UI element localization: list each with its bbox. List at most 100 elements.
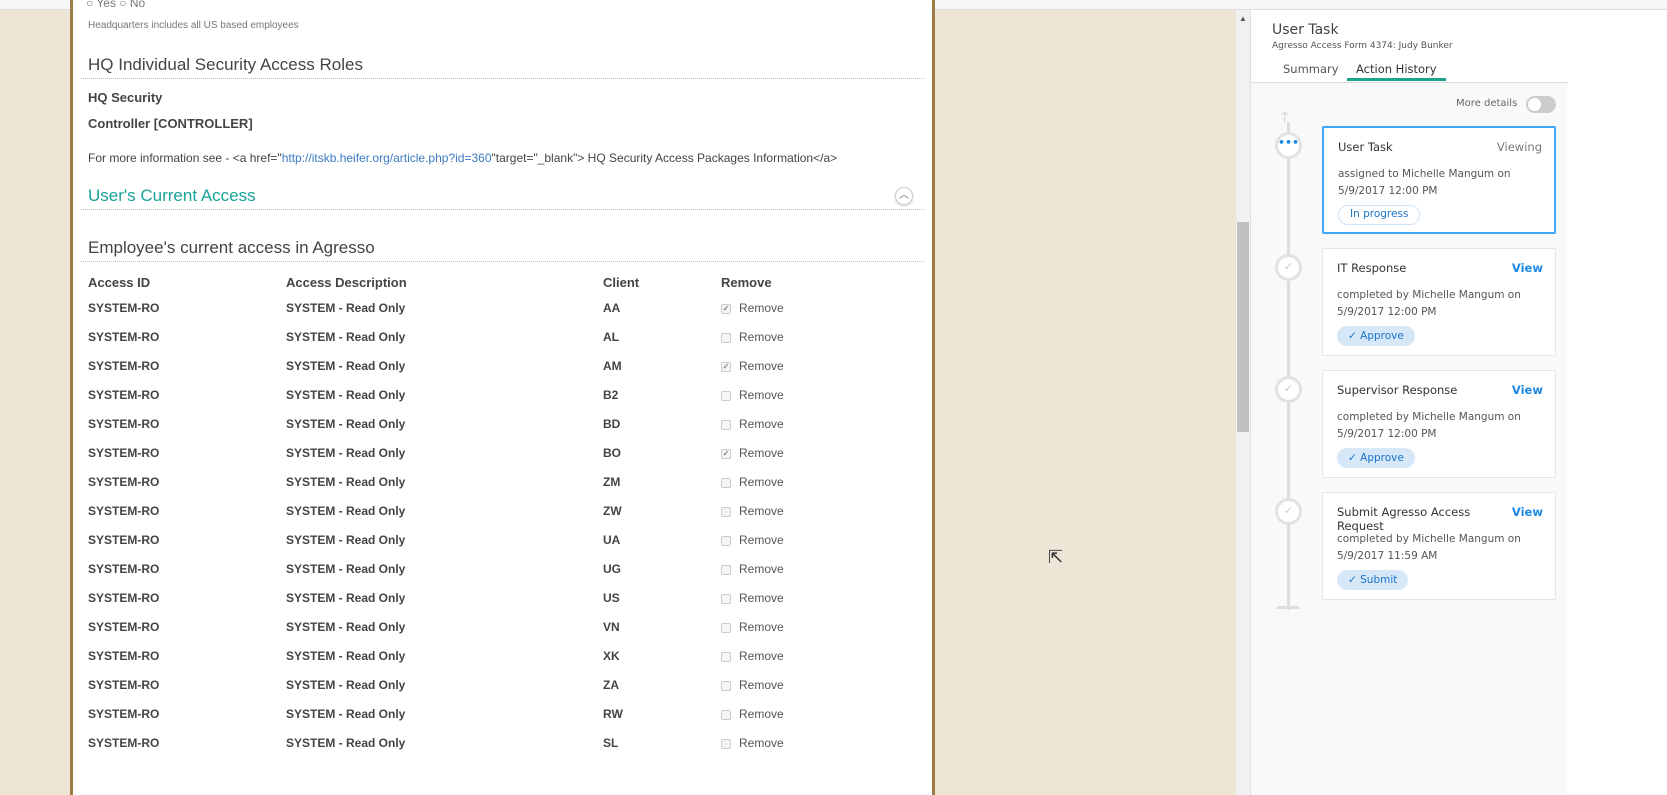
table-row: SYSTEM-RO SYSTEM - Read Only ZW Remove — [73, 504, 933, 533]
tab-action-history[interactable]: Action History — [1347, 62, 1446, 81]
access-id: SYSTEM-RO — [88, 504, 160, 518]
remove-checkbox[interactable] — [721, 391, 731, 401]
access-id: SYSTEM-RO — [88, 417, 160, 431]
remove-checkbox[interactable] — [721, 681, 731, 691]
client-code: XK — [603, 649, 620, 663]
client-code: VN — [603, 620, 620, 634]
remove-label[interactable]: Remove — [739, 533, 784, 547]
table-row: SYSTEM-RO SYSTEM - Read Only ZM Remove — [73, 475, 933, 504]
remove-label[interactable]: Remove — [739, 504, 784, 518]
remove-checkbox[interactable] — [721, 739, 731, 749]
check-icon: ✓ — [1348, 452, 1361, 464]
more-details-toggle[interactable] — [1526, 96, 1556, 113]
scroll-up-arrow-icon[interactable]: ▲ — [1239, 14, 1247, 23]
employee-access-heading: Employee's current access in Agresso — [88, 238, 375, 257]
remove-checkbox[interactable] — [721, 710, 731, 720]
remove-checkbox[interactable]: ✓ — [721, 449, 731, 459]
remove-label[interactable]: Remove — [739, 562, 784, 576]
history-title: Submit Agresso Access Request — [1337, 505, 1471, 533]
access-description: SYSTEM - Read Only — [286, 417, 406, 431]
remove-checkbox[interactable] — [721, 507, 731, 517]
remove-label[interactable]: Remove — [739, 359, 784, 373]
remove-label[interactable]: Remove — [739, 388, 784, 402]
access-description: SYSTEM - Read Only — [286, 591, 406, 605]
client-code: ZW — [603, 504, 622, 518]
history-card: IT Response View completed by Michelle M… — [1322, 248, 1556, 356]
table-row: SYSTEM-RO SYSTEM - Read Only AL Remove — [73, 330, 933, 359]
table-row: SYSTEM-RO SYSTEM - Read Only AM ✓ Remove — [73, 359, 933, 388]
access-id: SYSTEM-RO — [88, 591, 160, 605]
mouse-cursor-icon: ⇱ — [1048, 547, 1064, 567]
remove-label[interactable]: Remove — [739, 475, 784, 489]
access-description: SYSTEM - Read Only — [286, 678, 406, 692]
remove-label[interactable]: Remove — [739, 417, 784, 431]
current-access-heading: User's Current Access — [88, 186, 256, 205]
status-badge: ✓ Approve — [1337, 448, 1415, 468]
access-description: SYSTEM - Read Only — [286, 562, 406, 576]
remove-label[interactable]: Remove — [739, 591, 784, 605]
more-details-label: More details — [1456, 98, 1518, 109]
info-link[interactable]: http://itskb.heifer.org/article.php?id=3… — [282, 151, 492, 165]
remove-checkbox[interactable]: ✓ — [721, 304, 731, 314]
remove-label[interactable]: Remove — [739, 330, 784, 344]
form-panel: ○ Yes ○ No Headquarters includes all US … — [70, 0, 935, 795]
table-row: SYSTEM-RO SYSTEM - Read Only AA ✓ Remove — [73, 301, 933, 330]
info-text: For more information see - <a href="http… — [88, 151, 838, 165]
divider — [81, 261, 924, 262]
table-row: SYSTEM-RO SYSTEM - Read Only UG Remove — [73, 562, 933, 591]
remove-checkbox[interactable] — [721, 623, 731, 633]
collapse-chevron-up-icon[interactable]: ︿ — [895, 187, 913, 205]
in-progress-dots-icon: ••• — [1275, 132, 1302, 159]
remove-checkbox[interactable] — [721, 536, 731, 546]
remove-checkbox[interactable] — [721, 333, 731, 343]
access-id: SYSTEM-RO — [88, 475, 160, 489]
history-title: Supervisor Response — [1337, 383, 1458, 397]
access-id: SYSTEM-RO — [88, 446, 160, 460]
scrollbar[interactable]: ▲ — [1236, 10, 1250, 795]
access-id: SYSTEM-RO — [88, 388, 160, 402]
remove-checkbox[interactable] — [721, 420, 731, 430]
check-icon: ✓ — [1348, 574, 1361, 586]
remove-checkbox[interactable] — [721, 478, 731, 488]
access-description: SYSTEM - Read Only — [286, 707, 406, 721]
access-id: SYSTEM-RO — [88, 533, 160, 547]
status-badge: In progress — [1338, 205, 1421, 225]
tab-summary[interactable]: Summary — [1283, 62, 1339, 76]
hq-radio-group[interactable]: ○ Yes ○ No — [86, 0, 145, 10]
client-code: AA — [603, 301, 621, 315]
remove-label[interactable]: Remove — [739, 736, 784, 750]
hq-security-label: HQ Security — [88, 90, 163, 105]
view-link[interactable]: View — [1512, 383, 1543, 397]
panel-header: User Task Agresso Access Form 4374: Judy… — [1251, 10, 1568, 83]
remove-checkbox[interactable] — [721, 565, 731, 575]
view-link[interactable]: View — [1512, 505, 1543, 519]
access-id: SYSTEM-RO — [88, 678, 160, 692]
client-code: RW — [603, 707, 623, 721]
timeline-arrow-up-icon: ↑ — [1278, 108, 1292, 127]
remove-checkbox[interactable] — [721, 594, 731, 604]
table-row: SYSTEM-RO SYSTEM - Read Only US Remove — [73, 591, 933, 620]
client-code: BO — [603, 446, 621, 460]
history-card: Submit Agresso Access Request View compl… — [1322, 492, 1556, 600]
remove-label[interactable]: Remove — [739, 446, 784, 460]
access-description: SYSTEM - Read Only — [286, 388, 406, 402]
access-description: SYSTEM - Read Only — [286, 533, 406, 547]
access-id: SYSTEM-RO — [88, 359, 160, 373]
history-card: User Task Viewing assigned to Michelle M… — [1322, 126, 1556, 234]
remove-label[interactable]: Remove — [739, 678, 784, 692]
client-code: UG — [603, 562, 621, 576]
client-code: BD — [603, 417, 621, 431]
client-code: B2 — [603, 388, 619, 402]
remove-checkbox[interactable]: ✓ — [721, 362, 731, 372]
remove-label[interactable]: Remove — [739, 301, 784, 315]
completed-check-icon: ✓ — [1275, 254, 1302, 281]
remove-label[interactable]: Remove — [739, 620, 784, 634]
client-code: UA — [603, 533, 621, 547]
scrollbar-thumb[interactable] — [1237, 222, 1249, 432]
panel-subtitle: Agresso Access Form 4374: Judy Bunker — [1272, 41, 1453, 51]
remove-checkbox[interactable] — [721, 652, 731, 662]
table-row: SYSTEM-RO SYSTEM - Read Only BO ✓ Remove — [73, 446, 933, 475]
view-link[interactable]: View — [1512, 261, 1543, 275]
remove-label[interactable]: Remove — [739, 649, 784, 663]
remove-label[interactable]: Remove — [739, 707, 784, 721]
